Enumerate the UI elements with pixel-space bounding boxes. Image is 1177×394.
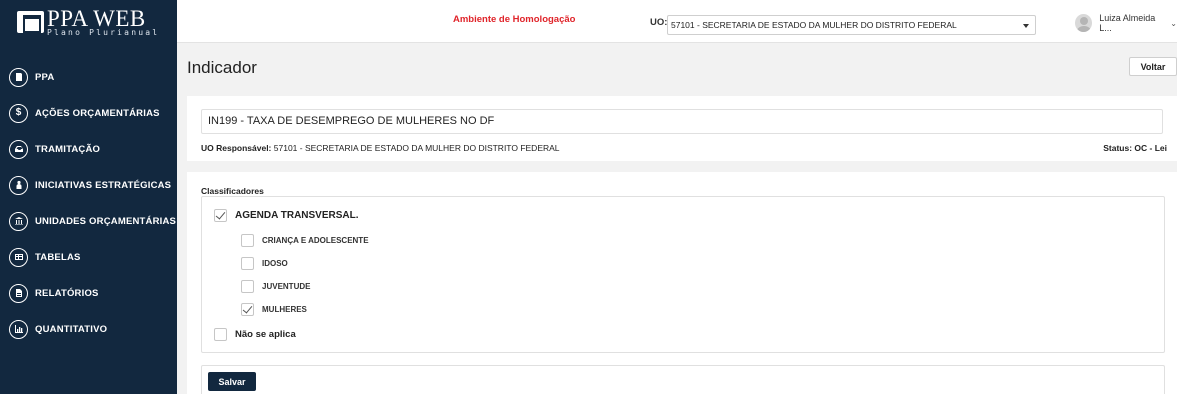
bar-chart-icon [9,319,28,339]
checkbox-label: AGENDA TRANSVERSAL. [235,210,359,221]
classificadores-card: Classificadores AGENDA TRANSVERSAL. CRIA… [187,172,1177,394]
uo-select[interactable]: 57101 - SECRETARIA DE ESTADO DA MULHER D… [667,15,1036,35]
classificadores-box: AGENDA TRANSVERSAL. CRIANÇA E ADOLESCENT… [201,196,1165,353]
checkbox[interactable] [214,328,227,341]
sidebar-item-relatorios[interactable]: RELATÓRIOS [0,275,177,311]
sidebar-item-label: RELATÓRIOS [35,287,99,299]
checkbox-idoso[interactable]: IDOSO [241,257,288,270]
uo-label: UO: [650,17,668,28]
checkbox[interactable] [241,303,254,316]
app-title: PPA WEB [47,5,146,31]
classificadores-title: Classificadores [201,186,264,196]
save-button[interactable]: Salvar [208,372,256,391]
document-icon [9,283,28,303]
environment-label: Ambiente de Homologação [453,14,576,25]
checkbox-label: MULHERES [262,305,307,314]
checkbox-label: IDOSO [262,259,288,268]
checkbox-nao-se-aplica[interactable]: Não se aplica [214,328,296,341]
sidebar-item-acoes-orcamentarias[interactable]: $ AÇÕES ORÇAMENTÁRIAS [0,95,177,131]
top-bar: Ambiente de Homologação UO: 57101 - SECR… [177,0,1177,43]
sidebar-menu: PPA $ AÇÕES ORÇAMENTÁRIAS TRAMITAÇÃO INI… [0,59,177,347]
indicator-name-field[interactable]: IN199 - TAXA DE DESEMPREGO DE MULHERES N… [201,109,1163,134]
sidebar-item-label: AÇÕES ORÇAMENTÁRIAS [35,107,160,119]
checkbox-agenda-transversal[interactable]: AGENDA TRANSVERSAL. [214,209,359,222]
back-button[interactable]: Voltar [1129,57,1177,76]
dollar-icon: $ [9,103,28,123]
sidebar-item-label: UNIDADES ORÇAMENTÁRIAS [35,215,177,227]
sidebar-item-tabelas[interactable]: TABELAS [0,239,177,275]
sidebar-item-label: TABELAS [35,251,81,263]
table-icon [9,247,28,267]
checkbox[interactable] [241,257,254,270]
uo-responsavel-label: UO Responsável: [201,143,272,153]
sidebar-item-tramitacao[interactable]: TRAMITAÇÃO [0,131,177,167]
checkbox[interactable] [241,234,254,247]
status-badge: Status: OC - Lei [1103,143,1167,153]
checkbox-crianca-adolescente[interactable]: CRIANÇA E ADOLESCENTE [241,234,369,247]
chevron-down-icon [1023,24,1029,28]
checkbox[interactable] [241,280,254,293]
avatar [1075,14,1093,32]
sidebar-item-label: QUANTITATIVO [35,323,108,335]
sidebar: PPA WEB Plano Plurianual PPA $ AÇÕES ORÇ… [0,0,177,394]
save-area: Salvar [201,365,1165,394]
app-subtitle: Plano Plurianual [47,27,160,37]
checkbox-label: JUVENTUDE [262,282,311,291]
sidebar-item-label: INICIATIVAS ESTRATÉGICAS [35,179,172,191]
sidebar-item-ppa[interactable]: PPA [0,59,177,95]
sidebar-item-label: TRAMITAÇÃO [35,143,101,155]
chevron-down-icon: ⌄ [1170,18,1177,28]
user-menu[interactable]: Luiza Almeida L... ⌄ [1075,13,1177,33]
indicator-card: IN199 - TAXA DE DESEMPREGO DE MULHERES N… [187,96,1177,161]
sidebar-item-quantitativo[interactable]: QUANTITATIVO [0,311,177,347]
uo-responsavel-value: 57101 - SECRETARIA DE ESTADO DA MULHER D… [273,143,560,153]
bank-icon [9,211,28,231]
sidebar-item-label: PPA [35,71,55,83]
user-name: Luiza Almeida L... [1099,13,1156,33]
app-logo[interactable]: PPA WEB Plano Plurianual [0,0,177,43]
checkbox-mulheres[interactable]: MULHERES [241,303,307,316]
checkbox-label: CRIANÇA E ADOLESCENTE [262,236,369,245]
sidebar-item-iniciativas-estrategicas[interactable]: INICIATIVAS ESTRATÉGICAS [0,167,177,203]
uo-select-value: 57101 - SECRETARIA DE ESTADO DA MULHER D… [671,20,957,30]
checkbox[interactable] [214,209,227,222]
ppa-icon [9,67,28,87]
people-icon [9,175,28,195]
logo-icon [17,10,44,33]
checkbox-juventude[interactable]: JUVENTUDE [241,280,310,293]
sidebar-item-unidades-orcamentarias[interactable]: UNIDADES ORÇAMENTÁRIAS [0,203,177,239]
uo-responsavel: UO Responsável: 57101 - SECRETARIA DE ES… [201,143,560,153]
inbox-icon [9,139,28,159]
checkbox-label: Não se aplica [235,329,296,340]
page-title: Indicador [187,58,257,77]
